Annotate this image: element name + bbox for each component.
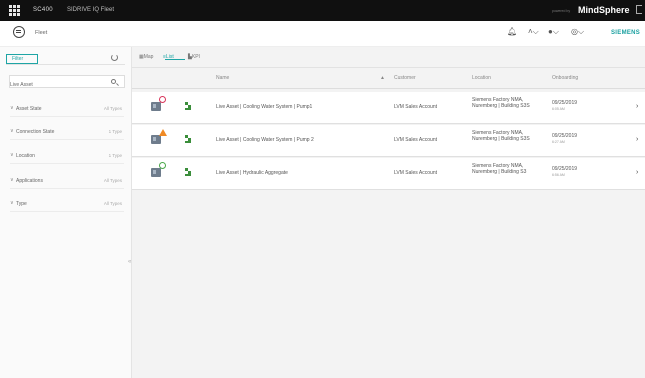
filter-group-value: All Types <box>103 201 122 206</box>
asset-customer: LVM Sales Account <box>394 104 437 110</box>
onboarding-time: 6:05 AM <box>552 107 565 111</box>
help-icon[interactable]: ●⌵ <box>548 27 559 37</box>
sub-header: Fleet 🔔︎ ˄⌵ ●⌵ ◎⌵ SIEMENS <box>0 21 645 47</box>
chevron-down-icon: ∨ <box>10 177 14 183</box>
filter-group-value: 1 Type <box>108 129 122 134</box>
filter-group-connection-state[interactable]: ∨ Connection State 1 Type <box>10 127 124 140</box>
status-error-icon <box>159 96 166 103</box>
mindsphere-logo: MindSphere <box>578 5 630 15</box>
filter-group-value: 1 Type <box>108 153 122 158</box>
asset-name: Live Asset | Hydraulic Aggregate <box>216 170 288 176</box>
asset-location: Siemens Factory NMA, Nuremberg | Buildin… <box>472 97 530 109</box>
siemens-logo: SIEMENS <box>611 30 641 36</box>
onboarding-date: 09/25/2019 <box>552 166 578 172</box>
connection-icon <box>185 102 192 111</box>
sort-ascending-icon[interactable]: ▲ <box>380 75 385 81</box>
column-header-onboarding[interactable]: Onboarding <box>552 75 578 81</box>
asset-icon <box>151 168 161 177</box>
filter-group-label: Connection State <box>16 129 55 135</box>
filter-group-value: All Types <box>103 106 122 111</box>
column-header-name[interactable]: Name <box>216 75 229 81</box>
divider <box>6 64 125 65</box>
filter-group-type[interactable]: ∨ Type All Types <box>10 199 124 212</box>
asset-icon <box>151 102 161 111</box>
asset-customer: LVM Sales Account <box>394 137 437 143</box>
breadcrumb-fleet[interactable]: Fleet <box>35 30 47 36</box>
asset-location: Siemens Factory NMA, Nuremberg | Buildin… <box>472 130 530 142</box>
chevron-down-icon: ∨ <box>10 105 14 111</box>
chevron-right-icon[interactable]: › <box>636 169 638 176</box>
divider <box>132 88 645 89</box>
filter-sidebar: Filter Live Asset ∨ Asset State All Type… <box>0 47 132 378</box>
column-header-customer[interactable]: Customer <box>394 75 416 81</box>
chevron-down-icon: ∨ <box>10 200 14 206</box>
asset-customer: LVM Sales Account <box>394 170 437 176</box>
tab-map[interactable]: ▦Map <box>139 54 153 60</box>
asset-name: Live Asset | Cooling Water System | Pump… <box>216 104 313 110</box>
status-warning-icon <box>159 129 167 136</box>
filter-group-location[interactable]: ∨ Location 1 Type <box>10 151 124 164</box>
app-code: SC400 <box>33 7 53 13</box>
menu-icon[interactable] <box>13 26 25 38</box>
bell-icon[interactable]: 🔔︎ <box>507 27 517 36</box>
reset-filter-icon[interactable] <box>111 54 118 61</box>
onboarding-date: 09/25/2019 <box>552 133 578 139</box>
globe-icon[interactable]: ◎⌵ <box>571 27 584 37</box>
chevron-right-icon[interactable]: › <box>636 103 638 110</box>
logout-icon[interactable] <box>636 5 642 14</box>
table-row[interactable]: Live Asset | Hydraulic Aggregate LVM Sal… <box>132 158 645 190</box>
asset-list-panel: ▦Map ≡List ▙KPI Name ▲ Customer Location… <box>132 47 645 378</box>
powered-by-label: powered by <box>552 9 571 13</box>
chevron-down-icon: ∨ <box>10 128 14 134</box>
active-tab-indicator <box>165 59 185 60</box>
collapse-sidebar-icon[interactable]: « <box>128 259 131 265</box>
user-icon[interactable]: ˄⌵ <box>528 27 539 37</box>
app-name: SIDRIVE IQ Fleet <box>67 7 115 13</box>
filter-group-label: Asset State <box>16 106 42 112</box>
tab-filter[interactable]: Filter <box>6 54 38 64</box>
filter-group-label: Applications <box>16 178 43 184</box>
chevron-right-icon[interactable]: › <box>636 136 638 143</box>
connection-icon <box>185 135 192 144</box>
connection-icon <box>185 168 192 177</box>
filter-group-applications[interactable]: ∨ Applications All Types <box>10 176 124 189</box>
filter-group-label: Location <box>16 153 35 159</box>
asset-icon <box>151 135 161 144</box>
onboarding-date: 09/25/2019 <box>552 100 578 106</box>
tab-kpi-label: KPI <box>191 54 200 60</box>
table-row[interactable]: Live Asset | Cooling Water System | Pump… <box>132 125 645 157</box>
filter-group-label: Type <box>16 201 27 207</box>
divider <box>132 67 645 68</box>
column-header-location[interactable]: Location <box>472 75 491 81</box>
chevron-down-icon: ∨ <box>10 152 14 158</box>
app-launcher-icon[interactable] <box>9 5 20 16</box>
asset-name: Live Asset | Cooling Water System | Pump… <box>216 137 314 143</box>
asset-location: Siemens Factory NMA, Nuremberg | Buildin… <box>472 163 527 175</box>
search-icon[interactable] <box>111 79 116 84</box>
search-input-value[interactable]: Live Asset <box>10 82 33 88</box>
tab-map-label: Map <box>143 54 154 60</box>
status-ok-icon <box>159 162 166 169</box>
top-bar: SC400 SIDRIVE IQ Fleet powered by MindSp… <box>0 0 645 21</box>
table-row[interactable]: Live Asset | Cooling Water System | Pump… <box>132 92 645 124</box>
tab-kpi[interactable]: ▙KPI <box>188 54 200 60</box>
filter-group-asset-state[interactable]: ∨ Asset State All Types <box>10 104 124 117</box>
onboarding-time: 6:27 AM <box>552 140 565 144</box>
filter-group-value: All Types <box>103 178 122 183</box>
onboarding-time: 6:56 AM <box>552 173 565 177</box>
